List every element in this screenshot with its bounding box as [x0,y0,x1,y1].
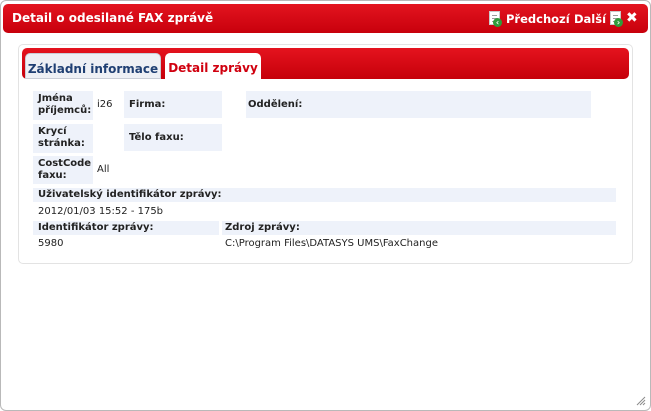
costcode-label: CostCode faxu: [38,158,92,181]
user-id-label: Uživatelský identifikátor zprávy: [33,188,616,202]
recipients-value: i26 [97,99,113,110]
dialog-title: Detail o odesilané FAX zprávě [12,11,214,25]
message-source-value: C:\Program Files\DATASYS UMS\FaxChange [225,238,438,249]
previous-label: Předchozí [506,12,570,26]
detail-panel: Základní informace Detail zprávy Jména p… [18,44,633,264]
fax-detail-dialog: Detail o odesilané FAX zprávě ‹ Předchoz… [0,0,651,411]
dialog-titlebar[interactable]: Detail o odesilané FAX zprávě ‹ Předchoz… [3,4,648,33]
tab-bar: Základní informace Detail zprávy [22,48,629,79]
message-id-value: 5980 [38,238,64,249]
cover-label: Krycí stránka: [38,126,85,149]
resize-grip-icon[interactable] [636,396,646,406]
next-document-icon: › [609,11,624,27]
department-label: Oddělení: [248,99,303,110]
costcode-value: All [97,164,110,175]
company-label: Firma: [129,99,166,110]
previous-button[interactable]: ‹ Předchozí [488,11,570,27]
close-icon[interactable]: ✖ [626,11,638,25]
user-id-value: 2012/01/03 15:52 - 175b [38,206,164,217]
next-label: Další [574,12,607,26]
message-source-label: Zdroj zprávy: [222,221,616,235]
recipients-label: Jména příjemců: [38,93,92,116]
body-label: Tělo faxu: [129,132,184,143]
message-id-label: Identifikátor zprávy: [33,221,219,235]
next-button[interactable]: Další › [574,11,624,27]
tab-basic-info[interactable]: Základní informace [25,53,161,79]
tab-message-detail[interactable]: Detail zprávy [165,53,261,79]
previous-document-icon: ‹ [488,11,502,27]
